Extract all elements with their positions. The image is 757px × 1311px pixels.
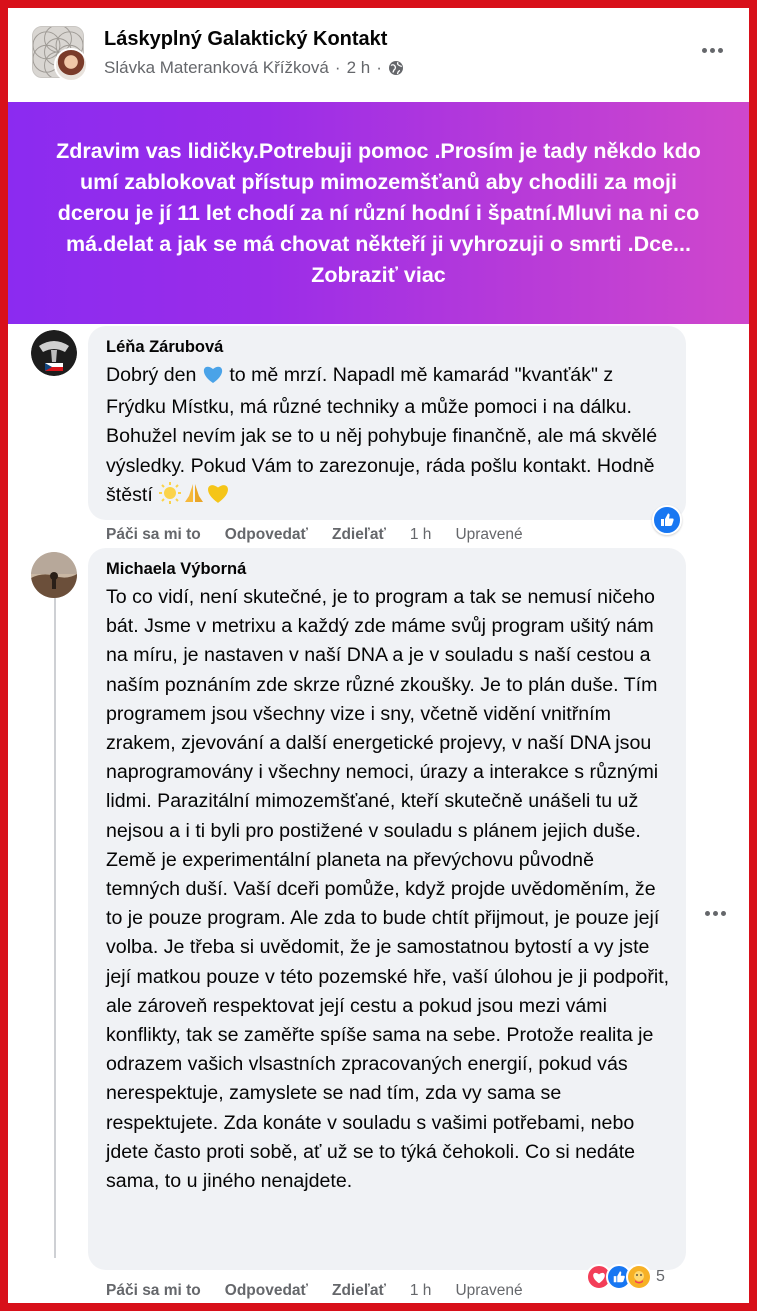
comment-bubble: Léňa Zárubová Dobrý den to mě mrzí. Napa… [88,326,686,520]
comment-avatar[interactable] [31,552,77,598]
thread-line [54,598,56,1258]
edited-label: Upravené [455,526,523,543]
comment-reactions[interactable]: 5 [586,1264,665,1290]
comment-text: To co vidí, není skutečné, je to program… [106,586,670,1193]
globe-icon [388,60,404,76]
post-time[interactable]: 2 h [347,58,371,78]
comment-actions: Páči sa mi to Odpovedať Zdieľať 1 h Upra… [106,1282,523,1300]
post-banner: Zdravim vas lidičky.Potrebuji pomoc .Pro… [8,102,749,324]
reply-button[interactable]: Odpovedať [225,1282,308,1300]
comment-avatar[interactable] [31,330,77,376]
comment-text-start: Dobrý den [106,364,197,386]
share-button[interactable]: Zdieľať [332,1282,386,1300]
author-avatar[interactable] [54,48,88,82]
see-more-link[interactable]: Zobraziť viac [311,263,446,287]
post-body: Zdravim vas lidičky.Potrebuji pomoc .Pro… [56,138,701,256]
folded-hands-icon [182,482,206,513]
post-header: Láskyplný Galaktický Kontakt Slávka Mate… [26,22,736,88]
post-meta: Slávka Materanková Křížková · 2 h · [104,58,404,78]
like-reaction-icon[interactable] [652,505,682,535]
share-button[interactable]: Zdieľať [332,526,386,544]
comment-time[interactable]: 1 h [410,526,432,544]
meta-separator: · [376,58,382,77]
like-button[interactable]: Páči sa mi to [106,526,201,544]
comment-author[interactable]: Léňa Zárubová [106,338,670,357]
post-text: Zdravim vas lidičky.Potrebuji pomoc .Pro… [44,136,713,291]
sun-icon [158,481,182,513]
group-name[interactable]: Láskyplný Galaktický Kontakt [104,28,387,51]
comment-author[interactable]: Michaela Výborná [106,560,670,579]
yellow-heart-icon [206,482,230,513]
post-author[interactable]: Slávka Materanková Křížková [104,58,329,78]
comment-text: Dobrý den to mě mrzí. Napadl mě kamarád … [106,361,670,513]
comment-bubble: Michaela Výborná To co vidí, není skuteč… [88,548,686,1270]
comment-actions: Páči sa mi to Odpovedať Zdieľať 1 h Upra… [106,526,523,544]
blue-heart-icon [202,364,224,393]
reply-button[interactable]: Odpovedať [225,526,308,544]
comment-time[interactable]: 1 h [410,1282,432,1300]
like-button[interactable]: Páči sa mi to [106,1282,201,1300]
post-more-button[interactable] [696,40,728,60]
comment-more-button[interactable] [700,903,730,923]
meta-separator: · [334,58,341,77]
edited-label: Upravené [455,1282,523,1299]
reaction-count: 5 [656,1268,665,1285]
care-reaction-icon [626,1264,652,1290]
